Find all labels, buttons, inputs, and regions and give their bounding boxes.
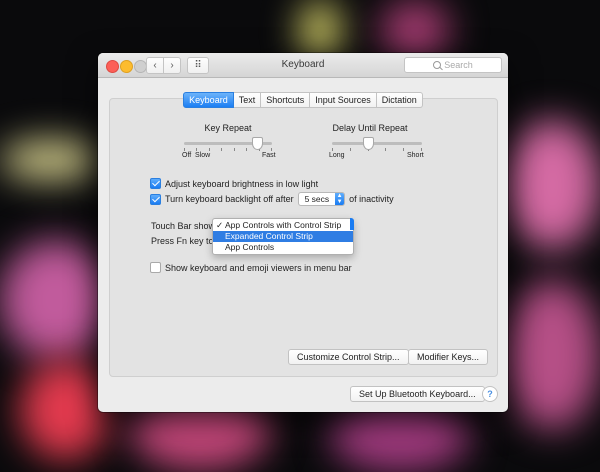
backlight-timeout-popup[interactable]: 5 secs ▲ ▼: [297, 192, 346, 206]
wallpaper-powder-red: [20, 360, 110, 460]
customize-control-strip-button[interactable]: Customize Control Strip...: [288, 349, 409, 365]
search-field[interactable]: Search: [404, 57, 502, 73]
key-repeat-slow-label: Slow: [195, 152, 211, 159]
slider-tick: [420, 148, 422, 151]
tab-text[interactable]: Text: [233, 92, 262, 108]
wallpaper-powder-plum-top: [380, 0, 450, 60]
menu-item-app-controls[interactable]: App Controls: [213, 242, 353, 253]
delay-until-repeat-slider-thumb[interactable]: [363, 137, 374, 150]
backlight-off-suffix: of inactivity: [349, 194, 394, 204]
delay-until-repeat-label: Delay Until Repeat: [332, 123, 408, 133]
emoji-viewers-label: Show keyboard and emoji viewers in menu …: [165, 262, 352, 273]
adjust-brightness-row[interactable]: Adjust keyboard brightness in low light: [150, 178, 318, 189]
wallpaper-powder-magenta: [0, 240, 110, 360]
setup-bluetooth-keyboard-button[interactable]: Set Up Bluetooth Keyboard...: [350, 386, 485, 402]
delay-long-label: Long: [329, 152, 345, 159]
slider-tick: [196, 148, 198, 151]
title-bar: ‹ › ⠿ Keyboard Search: [98, 53, 508, 78]
adjust-brightness-label: Adjust keyboard brightness in low light: [165, 178, 319, 189]
key-repeat-label: Key Repeat: [204, 123, 252, 133]
wallpaper-powder-magenta-right: [505, 280, 600, 430]
emoji-viewers-checkbox[interactable]: [150, 262, 161, 273]
slider-tick: [208, 148, 210, 151]
backlight-off-checkbox[interactable]: [150, 193, 161, 205]
search-icon: [433, 61, 442, 69]
slider-tick: [184, 148, 185, 151]
slider-tick: [221, 148, 223, 151]
adjust-brightness-checkbox[interactable]: [150, 178, 161, 189]
delay-short-label: Short: [407, 152, 424, 159]
slider-tick: [233, 148, 235, 151]
touch-bar-shows-menu: ✓ App Controls with Control Strip Expand…: [212, 218, 354, 255]
delay-until-repeat-slider-track[interactable]: [332, 142, 422, 145]
slider-tick: [403, 148, 405, 151]
press-fn-label: Press Fn key to: [151, 236, 214, 246]
menu-item-label: Expanded Control Strip: [225, 231, 313, 241]
slider-tick: [246, 148, 248, 151]
wallpaper-powder-yellow: [300, 0, 340, 60]
slider-tick: [270, 148, 272, 151]
tab-shortcuts[interactable]: Shortcuts: [261, 92, 311, 108]
tab-dictation[interactable]: Dictation: [376, 92, 423, 108]
slider-tick: [349, 148, 351, 151]
search-placeholder: Search: [444, 60, 473, 70]
backlight-timeout-value: 5 secs: [304, 194, 330, 204]
menu-item-label: App Controls with Control Strip: [225, 220, 342, 230]
backlight-off-prefix: Turn keyboard backlight off after: [165, 194, 294, 204]
menu-item-app-controls-with-control-strip[interactable]: ✓ App Controls with Control Strip: [213, 220, 353, 231]
checkmark-icon: ✓: [216, 220, 224, 230]
modifier-keys-button[interactable]: Modifier Keys...: [408, 349, 489, 365]
emoji-viewers-row[interactable]: Show keyboard and emoji viewers in menu …: [150, 262, 352, 273]
tab-keyboard[interactable]: Keyboard: [183, 92, 234, 108]
backlight-off-row[interactable]: Turn keyboard backlight off after 5 secs…: [150, 192, 394, 206]
help-button[interactable]: ?: [482, 386, 498, 402]
menu-item-expanded-control-strip[interactable]: Expanded Control Strip: [213, 231, 353, 242]
key-repeat-off-label: Off: [182, 152, 192, 159]
slider-tick: [332, 148, 333, 151]
menu-item-label: App Controls: [225, 242, 275, 252]
touch-bar-shows-label: Touch Bar shows: [151, 221, 220, 231]
wallpaper-powder-cream: [0, 140, 100, 180]
tab-bar: Keyboard Text Shortcuts Input Sources Di…: [98, 92, 508, 108]
key-repeat-slider-thumb[interactable]: [252, 137, 264, 150]
key-repeat-fast-label: Fast: [262, 152, 276, 159]
tab-input-sources[interactable]: Input Sources: [310, 92, 377, 108]
wallpaper-powder-pink-right: [505, 120, 600, 250]
slider-tick: [385, 148, 387, 151]
popup-updown-arrows-icon: ▲ ▼: [335, 193, 345, 205]
